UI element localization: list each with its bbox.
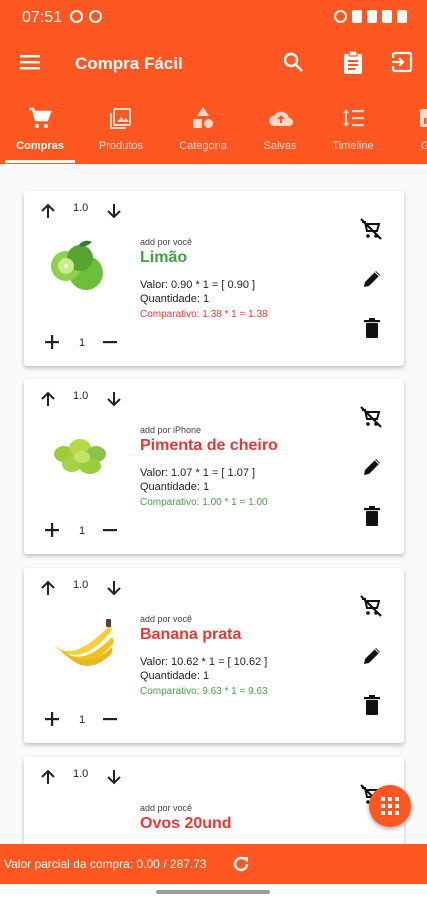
plus-icon[interactable] xyxy=(44,711,60,732)
tab-produtos[interactable]: Produtos xyxy=(81,94,161,164)
tab-compras[interactable]: Compras xyxy=(0,94,80,164)
quantity-line: Quantidade: 1 xyxy=(140,293,210,305)
remove-from-cart-icon[interactable] xyxy=(359,594,383,623)
priority-score: 1.0 xyxy=(73,768,89,780)
product-name: Pimenta de cheiro xyxy=(140,437,278,454)
quantity-line: Quantidade: 1 xyxy=(140,481,210,493)
cart-icon xyxy=(28,106,52,135)
category-icon xyxy=(191,106,215,135)
arrow-up-icon[interactable] xyxy=(40,769,56,790)
added-by: add por iPhone xyxy=(140,425,202,435)
added-by: add por você xyxy=(140,614,193,624)
price-line: Valor: 0.90 * 1 = [ 0.90 ] xyxy=(140,279,256,291)
price-line: Valor: 10.62 * 1 = [ 10.62 ] xyxy=(140,656,268,668)
product-name: Limão xyxy=(140,249,188,266)
system-nav-bar xyxy=(0,884,427,900)
price-line: Valor: 1.07 * 1 = [ 1.07 ] xyxy=(140,467,256,479)
sort-icon xyxy=(341,106,365,135)
tab-graficos[interactable]: Gra xyxy=(390,94,427,164)
partial-total: Valor parcial da compra: 0.00 / 287.73 xyxy=(4,857,207,871)
bluetooth-icon xyxy=(352,10,362,23)
added-by: add por você xyxy=(140,803,193,813)
minus-icon[interactable] xyxy=(102,711,118,732)
arrow-up-icon[interactable] xyxy=(40,580,56,601)
edit-icon[interactable] xyxy=(361,268,383,295)
tab-salvas[interactable]: Salvas xyxy=(240,94,320,164)
product-name: Banana prata xyxy=(140,626,242,643)
remove-from-cart-icon[interactable] xyxy=(359,405,383,434)
tab-timeline[interactable]: Timeline xyxy=(313,94,393,164)
arrow-down-icon[interactable] xyxy=(106,203,122,224)
tab-label: Compras xyxy=(16,140,64,152)
tab-bar: Compras Produtos Categoria Salvas Timeli… xyxy=(0,94,427,164)
tab-label: Categoria xyxy=(179,140,227,152)
quantity-line: Quantidade: 1 xyxy=(140,670,210,682)
search-icon[interactable] xyxy=(282,51,304,78)
battery-icon xyxy=(397,10,407,23)
pinwheel-icon xyxy=(89,10,102,23)
tab-label: Timeline xyxy=(332,140,374,152)
product-image-eggs xyxy=(42,802,122,844)
status-time: 07:51 xyxy=(22,9,63,26)
app-title: Compra Fácil xyxy=(75,54,183,73)
plus-icon[interactable] xyxy=(44,522,60,543)
tab-label: Produtos xyxy=(98,140,144,152)
delete-icon[interactable] xyxy=(362,317,382,344)
edit-icon[interactable] xyxy=(361,456,383,483)
arrow-down-icon[interactable] xyxy=(106,391,122,412)
alarm-icon xyxy=(334,10,347,23)
grid-icon xyxy=(381,797,399,815)
delete-icon[interactable] xyxy=(362,505,382,532)
clipboard-icon[interactable] xyxy=(342,50,364,80)
comparison-line: Comparativo: 9.63 * 1 = 9.63 xyxy=(140,686,268,697)
app-bar: Compra Fácil xyxy=(0,34,427,94)
arrow-up-icon[interactable] xyxy=(40,203,56,224)
tab-label: Gra xyxy=(420,140,427,152)
list-item[interactable]: 1.0 add por você Limão Valor: 0.90 * 1 =… xyxy=(24,191,404,366)
minus-icon[interactable] xyxy=(102,522,118,543)
exit-icon[interactable] xyxy=(391,51,413,78)
grid-fab-button[interactable] xyxy=(369,785,411,827)
list-item[interactable]: 1.0 add por você Banana prata Valor: 10.… xyxy=(24,568,404,743)
purchase-summary-bar: Valor parcial da compra: 0.00 / 287.73 xyxy=(0,844,427,884)
edit-icon[interactable] xyxy=(361,645,383,672)
product-name: Ovos 20und xyxy=(140,815,232,832)
list-item[interactable]: 1.0 add por iPhone Pimenta de cheiro Val… xyxy=(24,379,404,554)
priority-score: 1.0 xyxy=(73,390,89,402)
arrow-down-icon[interactable] xyxy=(106,580,122,601)
refresh-icon[interactable] xyxy=(231,854,251,879)
wifi-icon xyxy=(367,10,377,23)
cloud-upload-icon xyxy=(268,106,294,135)
quantity-value: 1 xyxy=(79,337,86,349)
priority-score: 1.0 xyxy=(73,202,89,214)
comparison-line: Comparativo: 1.38 * 1 = 1.38 xyxy=(140,309,268,320)
chart-icon xyxy=(418,106,427,135)
product-image-pepper xyxy=(42,424,122,484)
delete-icon[interactable] xyxy=(362,694,382,721)
status-bar: 07:51 xyxy=(0,0,427,34)
minus-icon[interactable] xyxy=(102,334,118,355)
quantity-value: 1 xyxy=(79,714,86,726)
signal-icon xyxy=(382,10,392,23)
whatsapp-icon xyxy=(70,10,83,23)
product-image-lime xyxy=(42,236,122,296)
added-by: add por você xyxy=(140,237,193,247)
home-gesture-bar[interactable] xyxy=(156,890,270,894)
tab-indicator xyxy=(5,160,75,163)
quantity-value: 1 xyxy=(79,525,86,537)
tab-label: Salvas xyxy=(263,140,297,152)
shopping-list[interactable]: 1.0 add por você Limão Valor: 0.90 * 1 =… xyxy=(0,164,427,844)
comparison-line: Comparativo: 1.00 * 1 = 1.00 xyxy=(140,497,268,508)
tab-categoria[interactable]: Categoria xyxy=(163,94,243,164)
priority-score: 1.0 xyxy=(73,579,89,591)
menu-icon[interactable] xyxy=(20,54,40,75)
plus-icon[interactable] xyxy=(44,334,60,355)
image-icon xyxy=(109,106,133,135)
product-image-banana xyxy=(42,613,122,673)
arrow-down-icon[interactable] xyxy=(106,769,122,790)
list-item[interactable]: 1.0 add por você Ovos 20und xyxy=(24,757,404,844)
remove-from-cart-icon[interactable] xyxy=(359,217,383,246)
arrow-up-icon[interactable] xyxy=(40,391,56,412)
